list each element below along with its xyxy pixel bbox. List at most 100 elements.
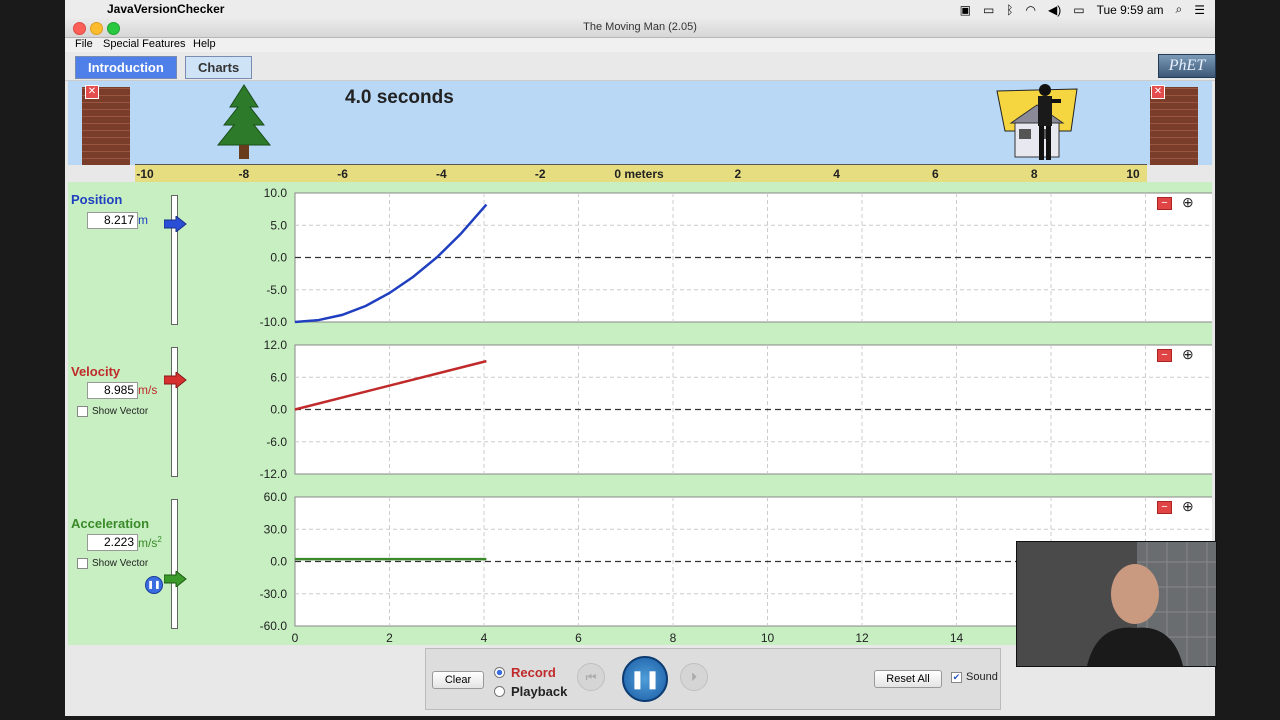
active-app-name[interactable]: JavaVersionChecker: [107, 2, 224, 16]
position-label: Position: [71, 192, 123, 207]
acceleration-y-tick-label: 0.0: [270, 555, 287, 569]
ruler-tick-label: -10: [136, 167, 154, 181]
volume-icon[interactable]: ◀): [1048, 3, 1061, 17]
step-forward-button[interactable]: ⏵: [680, 663, 708, 691]
position-value-field[interactable]: 8.217: [87, 212, 138, 229]
acceleration-slider-track[interactable]: [171, 499, 178, 629]
position-slider-handle[interactable]: [164, 216, 188, 232]
playback-controls: Clear Record Playback ⏮ ❚❚ ⏵ Reset All ✔…: [425, 648, 1001, 710]
velocity-y-tick-label: 6.0: [270, 370, 287, 384]
menu-help[interactable]: Help: [193, 38, 216, 50]
playfield: ✕ ✕ 4.0 seconds: [68, 81, 1212, 165]
reset-all-button[interactable]: Reset All: [874, 670, 942, 688]
position-y-tick-label: 0.0: [270, 251, 287, 265]
sound-checkbox[interactable]: ✔ Sound: [951, 671, 998, 683]
acceleration-zoom-icon[interactable]: ⊕: [1182, 498, 1194, 515]
acceleration-x-tick-label: 2: [386, 631, 393, 645]
menu-file[interactable]: File: [75, 38, 93, 50]
clear-button[interactable]: Clear: [432, 671, 484, 689]
pause-button[interactable]: ❚❚: [622, 656, 668, 702]
zoom-window-button[interactable]: [107, 22, 120, 35]
phet-logo[interactable]: PhET: [1158, 54, 1216, 78]
acceleration-value-field[interactable]: 2.223: [87, 534, 138, 551]
velocity-label: Velocity: [71, 364, 121, 379]
pause-cursor-icon: ❚❚: [145, 576, 163, 594]
velocity-plot-area: [294, 344, 1212, 475]
checkbox-checked-icon[interactable]: ✔: [951, 671, 962, 683]
battery-icon[interactable]: ▭: [1073, 3, 1084, 17]
wifi-icon[interactable]: ◠: [1026, 3, 1036, 17]
acceleration-x-tick-label: 4: [481, 631, 488, 645]
radio-selected-icon[interactable]: [494, 667, 505, 678]
velocity-unit: m/s: [138, 383, 158, 397]
ruler-tick-label: -4: [436, 167, 447, 181]
acceleration-y-tick-label: 60.0: [264, 490, 288, 504]
bluetooth-icon[interactable]: ᛒ: [1006, 3, 1013, 17]
moving-man-figure[interactable]: [1025, 81, 1065, 163]
velocity-slider-handle[interactable]: [164, 372, 188, 388]
remove-right-wall-icon[interactable]: ✕: [1151, 85, 1165, 99]
window-title: The Moving Man (2.05): [583, 21, 697, 33]
position-y-tick-label: -10.0: [260, 315, 288, 329]
notification-center-icon[interactable]: ☰: [1194, 3, 1205, 17]
acceleration-show-vector-checkbox[interactable]: Show Vector: [77, 558, 148, 569]
camera-icon[interactable]: ▣: [960, 3, 971, 17]
position-slider-track[interactable]: [171, 195, 178, 325]
playback-label: Playback: [511, 684, 568, 699]
clock[interactable]: Tue 9:59 am: [1097, 3, 1164, 17]
velocity-zoom-icon[interactable]: ⊕: [1182, 346, 1194, 363]
remove-left-wall-icon[interactable]: ✕: [85, 85, 99, 99]
radio-icon[interactable]: [494, 686, 505, 697]
airplay-icon[interactable]: ▭: [983, 3, 994, 17]
ruler-tick-label: 10: [1126, 167, 1140, 181]
tree-icon: [216, 84, 272, 159]
window-titlebar: The Moving Man (2.05): [65, 18, 1215, 38]
ruler-tick-label: -6: [337, 167, 348, 181]
acceleration-minimize-icon[interactable]: −: [1157, 501, 1172, 514]
checkbox-icon[interactable]: [77, 406, 88, 417]
velocity-y-tick-label: -6.0: [266, 435, 287, 449]
acceleration-label: Acceleration: [71, 516, 150, 531]
acceleration-x-tick-label: 0: [292, 631, 299, 645]
velocity-value-field[interactable]: 8.985: [87, 382, 138, 399]
app-menubar: File Special Features Help: [65, 38, 1215, 52]
velocity-slider-track[interactable]: [171, 347, 178, 477]
acceleration-y-tick-label: -60.0: [260, 619, 288, 633]
acceleration-y-tick-label: 30.0: [264, 522, 288, 536]
position-y-tick-label: 10.0: [264, 186, 288, 200]
acceleration-show-vector-label: Show Vector: [92, 558, 149, 569]
velocity-show-vector-label: Show Vector: [92, 406, 149, 417]
tab-charts[interactable]: Charts: [185, 56, 253, 79]
close-window-button[interactable]: [73, 22, 86, 35]
acceleration-x-tick-label: 6: [575, 631, 582, 645]
record-label: Record: [511, 665, 556, 680]
acceleration-y-tick-label: -30.0: [260, 587, 288, 601]
ruler-tick-label: 4: [833, 167, 840, 181]
position-minimize-icon[interactable]: −: [1157, 197, 1172, 210]
position-zoom-icon[interactable]: ⊕: [1182, 194, 1194, 211]
ruler-tick-label: 6: [932, 167, 939, 181]
velocity-minimize-icon[interactable]: −: [1157, 349, 1172, 362]
spotlight-icon[interactable]: ⌕: [1176, 2, 1183, 17]
acceleration-x-tick-label: 10: [761, 631, 775, 645]
record-radio[interactable]: Record: [494, 665, 556, 680]
velocity-show-vector-checkbox[interactable]: Show Vector: [77, 406, 148, 417]
position-y-tick-label: 5.0: [270, 218, 287, 232]
acceleration-unit: m/s2: [138, 535, 162, 550]
acceleration-slider-handle[interactable]: [164, 571, 188, 587]
system-menubar: JavaVersionChecker ▣ ▭ ᛒ ◠ ◀) ▭ Tue 9:59…: [65, 0, 1215, 19]
checkbox-icon[interactable]: [77, 558, 88, 569]
velocity-y-tick-label: 12.0: [264, 338, 288, 352]
acceleration-x-tick-label: 8: [670, 631, 677, 645]
position-unit: m: [138, 213, 148, 227]
ruler-tick-label: -8: [238, 167, 250, 181]
webcam-overlay: [1016, 541, 1217, 667]
playback-radio[interactable]: Playback: [494, 684, 567, 699]
rewind-button[interactable]: ⏮: [577, 663, 605, 691]
ruler-tick-label: -2: [534, 167, 546, 181]
menu-special-features[interactable]: Special Features: [103, 38, 186, 50]
minimize-window-button[interactable]: [90, 22, 103, 35]
tab-introduction[interactable]: Introduction: [75, 56, 177, 79]
ruler-tick-label: 0 meters: [614, 167, 664, 181]
sound-label: Sound: [966, 671, 998, 683]
